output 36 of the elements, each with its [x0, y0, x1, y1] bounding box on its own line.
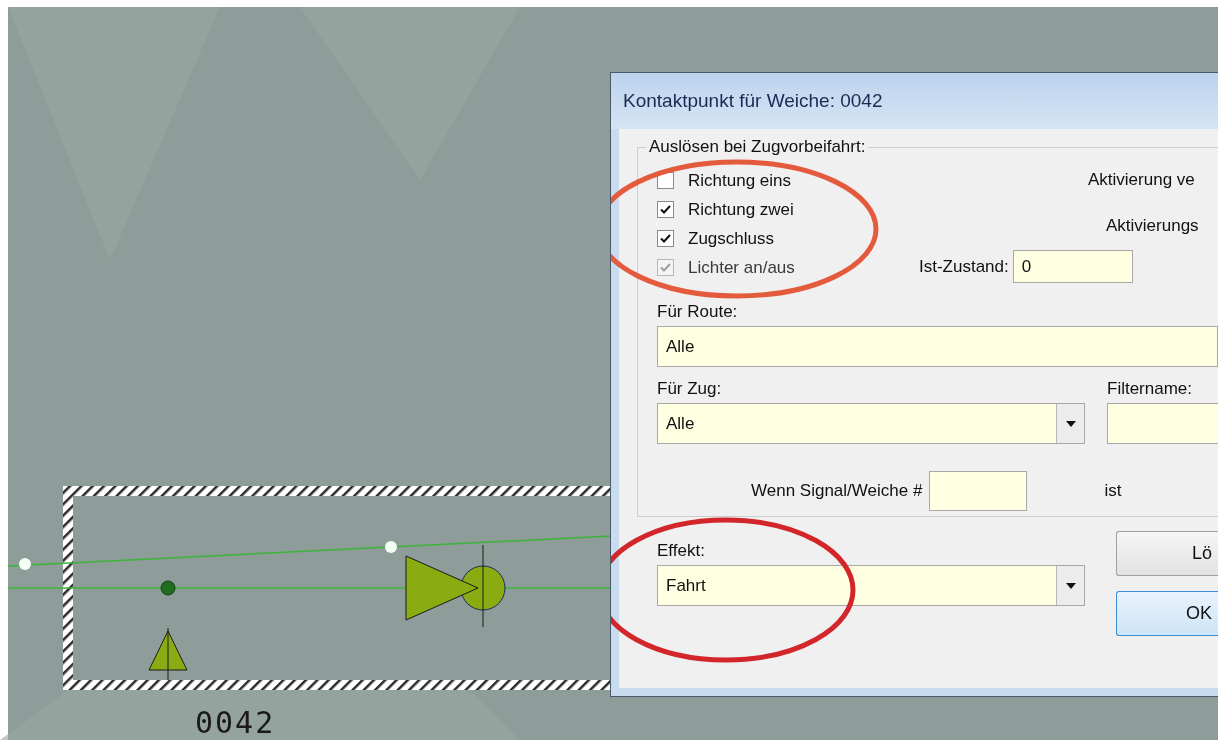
effect-dropdown[interactable]: Fahrt — [657, 565, 1085, 606]
dialog-button[interactable]: OK — [1116, 591, 1218, 636]
track-node[interactable] — [385, 541, 397, 553]
field-label: Wenn Signal/Weiche # — [751, 481, 923, 501]
route-field[interactable]: Alle — [657, 326, 1218, 367]
caret-icon — [1065, 582, 1076, 589]
field-label: Ist-Zustand: — [919, 256, 1009, 277]
checkbox-label: Lichter an/aus — [688, 257, 795, 278]
checkbox[interactable] — [657, 230, 674, 247]
dialog-title: Kontaktpunkt für Weiche: 0042 — [623, 90, 883, 112]
checkmark-icon — [659, 232, 672, 245]
state-field[interactable]: 0 — [1012, 250, 1133, 283]
activation-label: Aktivierungs — [1106, 216, 1200, 236]
element-number: 0042 — [195, 705, 276, 740]
checkbox[interactable] — [657, 201, 674, 218]
signal-symbol[interactable] — [405, 544, 506, 628]
triangle-marker-icon[interactable] — [148, 627, 188, 681]
caret-icon — [1065, 420, 1076, 427]
checkbox-label: Zugschluss — [688, 228, 774, 249]
filter-name-field[interactable] — [1107, 403, 1218, 444]
train-dropdown[interactable]: Alle — [657, 403, 1085, 444]
field-label: Für Zug: — [657, 379, 722, 399]
track-node[interactable] — [19, 558, 31, 570]
checkmark-icon — [659, 261, 672, 274]
activation-label: Aktivierung ve — [1088, 170, 1196, 190]
dialog-button[interactable]: Lö — [1116, 531, 1218, 576]
field-label: ist — [1104, 481, 1122, 501]
group-legend: Auslösen bei Zugvorbeifahrt: — [646, 137, 869, 157]
signal-number-field[interactable] — [929, 471, 1028, 511]
checkbox-label: Richtung eins — [688, 170, 791, 191]
checkbox-label: Richtung zwei — [688, 199, 794, 220]
contact-point[interactable] — [160, 580, 176, 596]
field-label: Filtername: — [1107, 379, 1193, 399]
field-label: Effekt: — [657, 541, 705, 561]
checkmark-icon — [659, 203, 672, 216]
field-label: Für Route: — [657, 302, 739, 322]
